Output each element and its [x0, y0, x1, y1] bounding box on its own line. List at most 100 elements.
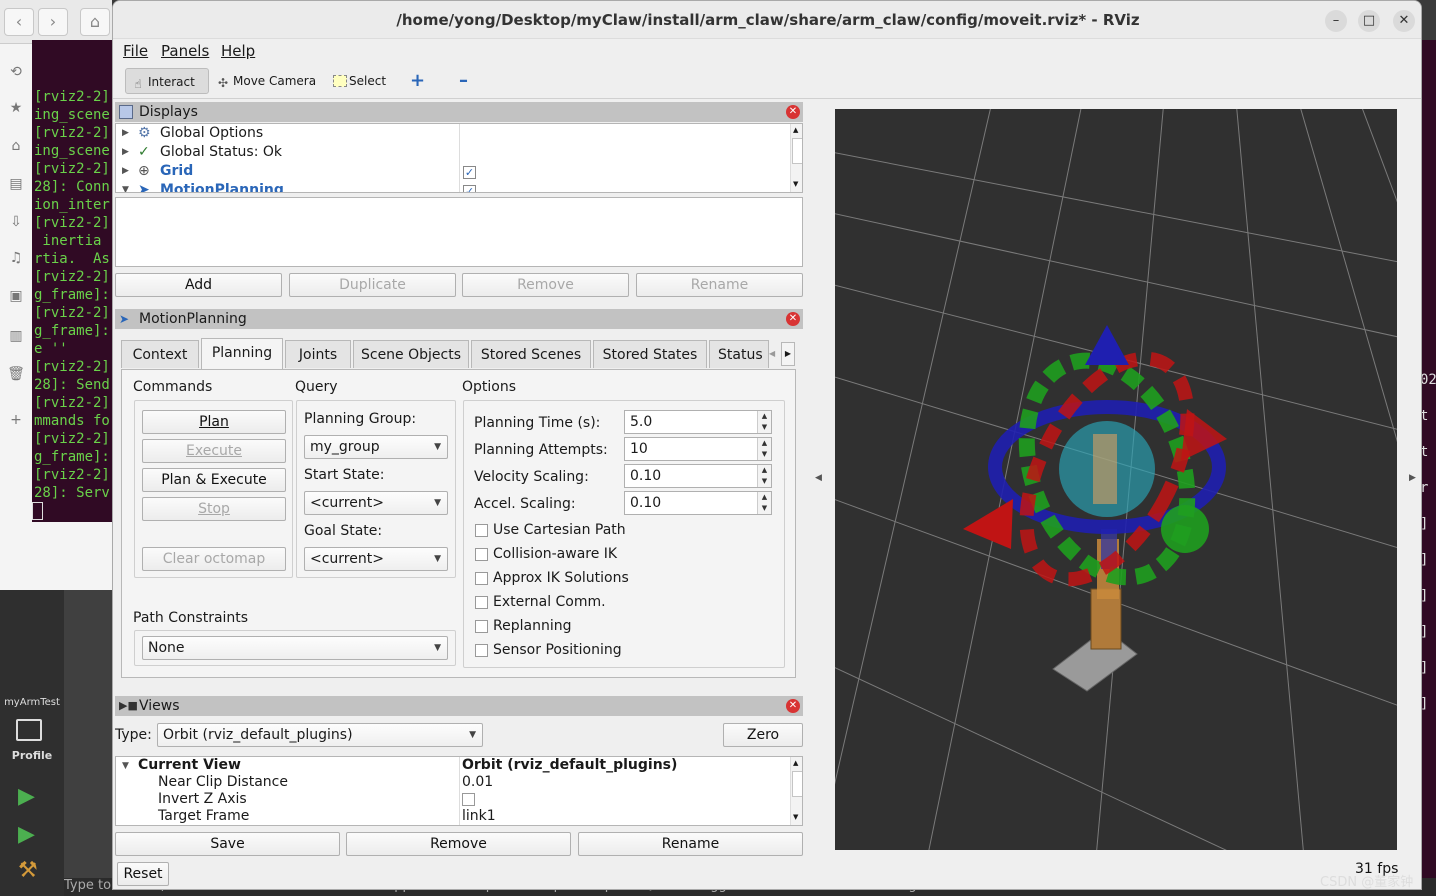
tab-status[interactable]: Status [709, 340, 769, 368]
tab-stored-states[interactable]: Stored States [593, 340, 707, 368]
3d-viewport[interactable] [835, 109, 1397, 850]
plan-execute-button[interactable]: Plan & Execute [142, 468, 286, 492]
sensor-positioning-checkbox[interactable] [475, 644, 488, 657]
spin-arrows-icon[interactable]: ▲ ▼ [757, 438, 771, 460]
home-icon[interactable]: ⌂ [80, 8, 110, 36]
use-cartesian-path-checkbox[interactable] [475, 524, 488, 537]
replanning-checkbox[interactable] [475, 620, 488, 633]
close-icon[interactable]: ✕ [1393, 10, 1415, 32]
target-frame-value[interactable]: link1 [462, 808, 496, 825]
collision-aware-ik-checkbox[interactable] [475, 548, 488, 561]
move-camera-tool[interactable]: ✣ Move Camera [211, 68, 316, 94]
tree-row-grid[interactable]: ▶ ⊕ Grid [116, 163, 459, 182]
menu-panels[interactable]: Panels [161, 42, 209, 60]
scroll-up-icon[interactable]: ▲ [793, 126, 798, 134]
close-panel-icon[interactable]: ✕ [786, 105, 800, 119]
debug-run-icon[interactable]: ▶ [18, 822, 35, 847]
rename-view-button[interactable]: Rename [578, 832, 803, 856]
add-display-button[interactable]: Add [115, 273, 282, 297]
star-icon[interactable]: ★ [7, 100, 25, 118]
document-icon[interactable]: ▤ [7, 176, 25, 194]
tab-scroll-left-icon[interactable]: ◀ [769, 344, 779, 364]
tab-scene-objects[interactable]: Scene Objects [353, 340, 469, 368]
external-comm-checkbox[interactable] [475, 596, 488, 609]
interact-tool[interactable]: ☝ Interact [125, 68, 209, 94]
interactive-marker[interactable] [963, 325, 1227, 605]
scroll-down-icon[interactable]: ▼ [793, 813, 798, 821]
history-icon[interactable]: ⟲ [7, 64, 25, 82]
approx-ik-checkbox[interactable] [475, 572, 488, 585]
spin-arrows-icon[interactable]: ▲ ▼ [757, 411, 771, 433]
start-state-select[interactable]: <current> ▼ [304, 491, 448, 515]
expand-arrow-icon[interactable]: ▶ [122, 147, 129, 157]
grid-enabled-checkbox[interactable]: ✓ [463, 166, 476, 179]
remove-tool-icon[interactable]: – [455, 68, 468, 94]
near-clip-value[interactable]: 0.01 [462, 774, 493, 793]
spin-arrows-icon[interactable]: ▲ ▼ [757, 465, 771, 487]
execute-button[interactable]: Execute [142, 439, 286, 463]
displays-scrollbar[interactable]: ▲ ▼ [790, 124, 802, 192]
view-type-select[interactable]: Orbit (rviz_default_plugins) ▼ [157, 723, 483, 747]
motionplanning-enabled-checkbox[interactable]: ✓ [463, 185, 476, 192]
scroll-thumb[interactable] [792, 771, 802, 797]
collapse-right-icon[interactable]: ▶ [1409, 473, 1416, 483]
music-icon[interactable]: ♫ [7, 250, 25, 268]
select-tool[interactable]: Select [329, 68, 386, 94]
scroll-up-icon[interactable]: ▲ [793, 759, 798, 767]
download-icon[interactable]: ⇩ [7, 214, 25, 232]
expand-arrow-icon[interactable]: ▶ [122, 128, 129, 138]
menu-file[interactable]: File [123, 42, 148, 60]
collapse-arrow-icon[interactable]: ▼ [122, 761, 129, 771]
velocity-scaling-spinbox[interactable]: 0.10 ▲ ▼ [624, 464, 772, 488]
remove-view-button[interactable]: Remove [346, 832, 571, 856]
add-icon[interactable]: + [7, 412, 25, 430]
save-view-button[interactable]: Save [115, 832, 340, 856]
run-icon[interactable]: ▶ [18, 784, 35, 809]
tab-stored-scenes[interactable]: Stored Scenes [471, 340, 591, 368]
tab-planning[interactable]: Planning [201, 338, 283, 369]
planning-group-select[interactable]: my_group ▼ [304, 435, 448, 459]
video-icon[interactable]: ▥ [7, 328, 25, 346]
trash-icon[interactable]: 🗑 [7, 366, 25, 384]
add-tool-icon[interactable]: + [406, 68, 425, 94]
tab-scroll-right-icon[interactable]: ▶ [781, 342, 795, 366]
forward-icon[interactable]: › [38, 8, 68, 36]
back-icon[interactable]: ‹ [4, 8, 34, 36]
invert-z-checkbox[interactable] [462, 793, 475, 806]
remove-display-button[interactable]: Remove [462, 273, 629, 297]
monitor-icon[interactable] [16, 719, 42, 741]
scroll-down-icon[interactable]: ▼ [793, 180, 798, 188]
spin-arrows-icon[interactable]: ▲ ▼ [757, 492, 771, 514]
planning-attempts-spinbox[interactable]: 10 ▲ ▼ [624, 437, 772, 461]
tree-row-motionplanning[interactable]: ▼ ➤ MotionPlanning [116, 182, 459, 192]
planning-time-spinbox[interactable]: 5.0 ▲ ▼ [624, 410, 772, 434]
menu-help[interactable]: Help [221, 42, 255, 60]
rename-display-button[interactable]: Rename [636, 273, 803, 297]
maximize-icon[interactable]: □ [1358, 10, 1380, 32]
minimize-icon[interactable]: – [1325, 10, 1347, 32]
collapse-arrow-icon[interactable]: ▼ [122, 185, 129, 192]
plan-button[interactable]: Plan [142, 410, 286, 434]
accel-scaling-spinbox[interactable]: 0.10 ▲ ▼ [624, 491, 772, 515]
expand-arrow-icon[interactable]: ▶ [122, 166, 129, 176]
tab-joints[interactable]: Joints [285, 340, 351, 368]
tree-row-global-status[interactable]: ▶ ✓ Global Status: Ok [116, 144, 459, 163]
home-icon[interactable]: ⌂ [7, 138, 25, 156]
goal-state-select[interactable]: <current> ▼ [304, 547, 448, 571]
image-icon[interactable]: ▣ [7, 288, 25, 306]
tree-row-global-options[interactable]: ▶ ⚙ Global Options [116, 125, 459, 144]
path-constraints-select[interactable]: None ▼ [142, 636, 448, 660]
clear-octomap-button[interactable]: Clear octomap [142, 547, 286, 571]
close-panel-icon[interactable]: ✕ [786, 699, 800, 713]
title-bar[interactable]: /home/yong/Desktop/myClaw/install/arm_cl… [113, 1, 1421, 39]
duplicate-display-button[interactable]: Duplicate [289, 273, 456, 297]
scroll-thumb[interactable] [792, 138, 802, 164]
tab-context[interactable]: Context [121, 340, 199, 368]
build-hammer-icon[interactable]: ⚒ [18, 858, 38, 883]
close-panel-icon[interactable]: ✕ [786, 312, 800, 326]
reset-button[interactable]: Reset [117, 862, 169, 886]
zero-button[interactable]: Zero [723, 723, 803, 747]
stop-button[interactable]: Stop [142, 497, 286, 521]
collapse-left-icon[interactable]: ◀ [815, 473, 822, 483]
views-scrollbar[interactable]: ▲ ▼ [790, 757, 802, 825]
